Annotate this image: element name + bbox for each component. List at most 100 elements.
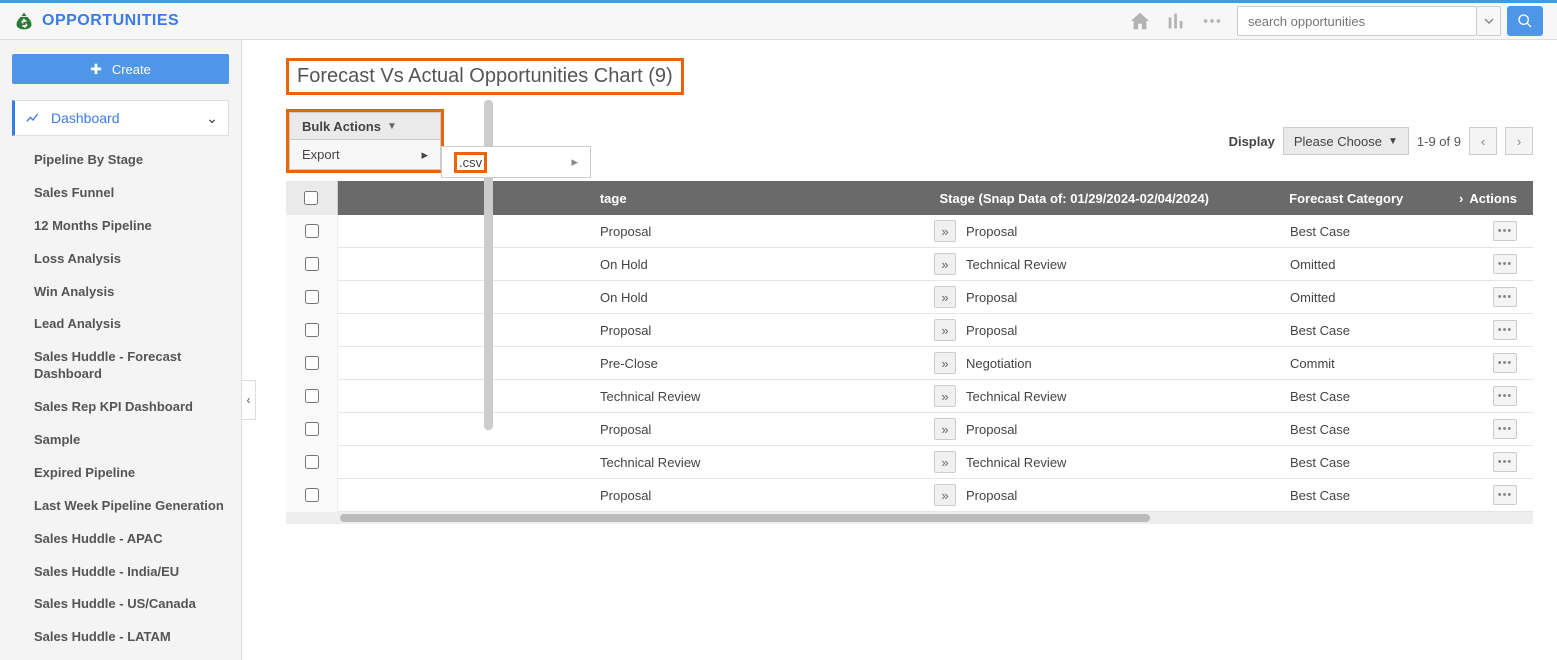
export-submenu: .csv ▸ (441, 146, 591, 178)
snap-value: Technical Review (966, 455, 1066, 470)
pager-next-button[interactable]: › (1505, 127, 1533, 155)
sidebar-collapse-button[interactable]: ‹ (242, 380, 256, 420)
pager-prev-button[interactable]: ‹ (1469, 127, 1497, 155)
sidebar-item[interactable]: Lead Analysis (34, 308, 229, 341)
cell-hidden (338, 287, 498, 307)
sidebar-item[interactable]: Sales Huddle - Forecast Dashboard (34, 341, 229, 391)
app-title: OPPORTUNITIES (42, 12, 179, 30)
sidebar-item[interactable]: Win Analysis (34, 276, 229, 309)
snap-value: Proposal (966, 488, 1017, 503)
bulk-actions-button[interactable]: Bulk Actions ▼ (289, 112, 441, 140)
sidebar-item[interactable]: Sales Funnel (34, 177, 229, 210)
row-checkbox[interactable] (305, 422, 319, 436)
row-select-cell (286, 314, 338, 347)
sidebar-item[interactable]: Sales Huddle - APAC (34, 523, 229, 556)
cell-hidden (338, 320, 498, 340)
sidebar-item[interactable]: 12 Months Pipeline (34, 210, 229, 243)
search-button[interactable] (1507, 6, 1543, 36)
expand-button[interactable]: » (934, 451, 956, 473)
row-actions-button[interactable]: ••• (1493, 452, 1517, 472)
expand-button[interactable]: » (934, 484, 956, 506)
more-icon[interactable] (1201, 10, 1223, 32)
expand-button[interactable]: » (934, 286, 956, 308)
cell-actions: ••• (1448, 287, 1533, 307)
cell-forecast-category: Omitted (1278, 257, 1448, 272)
row-actions-button[interactable]: ••• (1493, 386, 1517, 406)
row-checkbox[interactable] (305, 257, 319, 271)
table-row: On Hold»ProposalOmitted••• (286, 281, 1533, 314)
double-chevron-icon: » (941, 224, 948, 239)
plus-icon: ✚ (90, 61, 102, 78)
column-stage[interactable]: tage (588, 191, 928, 206)
main: ‹ Forecast Vs Actual Opportunities Chart… (242, 40, 1557, 660)
cell-forecast-category: Best Case (1278, 224, 1448, 239)
sidebar-item[interactable]: Sales Huddle - India/EU (34, 556, 229, 589)
expand-button[interactable]: » (934, 385, 956, 407)
search-filter-dropdown[interactable] (1477, 6, 1501, 36)
cell-forecast-category: Commit (1278, 356, 1448, 371)
select-all-checkbox[interactable] (304, 191, 318, 205)
cell-stage: Proposal (588, 488, 928, 503)
cell-actions: ••• (1448, 452, 1533, 472)
row-checkbox[interactable] (305, 224, 319, 238)
horizontal-scrollbar[interactable] (286, 512, 1533, 524)
row-checkbox[interactable] (305, 323, 319, 337)
expand-button[interactable]: » (934, 352, 956, 374)
expand-button[interactable]: » (934, 418, 956, 440)
cell-stage: On Hold (588, 290, 928, 305)
export-csv-item[interactable]: .csv ▸ (442, 147, 590, 177)
row-actions-button[interactable]: ••• (1493, 320, 1517, 340)
column-forecast-category[interactable]: Forecast Category (1277, 191, 1447, 206)
row-checkbox[interactable] (305, 455, 319, 469)
row-actions-button[interactable]: ••• (1493, 287, 1517, 307)
column-snap-stage[interactable]: Stage (Snap Data of: 01/29/2024-02/04/20… (927, 191, 1277, 206)
expand-button[interactable]: » (934, 253, 956, 275)
row-checkbox[interactable] (305, 356, 319, 370)
caret-down-icon: ▼ (387, 121, 397, 132)
snap-value: Proposal (966, 290, 1017, 305)
table-row: Proposal»ProposalBest Case••• (286, 215, 1533, 248)
export-label: Export (302, 147, 340, 162)
scrollbar-thumb[interactable] (340, 514, 1150, 522)
sidebar-item[interactable]: Loss Analysis (34, 243, 229, 276)
row-actions-button[interactable]: ••• (1493, 419, 1517, 439)
display-label: Display (1229, 134, 1275, 149)
row-checkbox[interactable] (305, 290, 319, 304)
chart-icon[interactable] (1165, 10, 1187, 32)
sidebar-item[interactable]: Sales Rep KPI Dashboard (34, 391, 229, 424)
row-actions-button[interactable]: ••• (1493, 221, 1517, 241)
sidebar-item[interactable]: Sample (34, 424, 229, 457)
sidebar-item[interactable]: Sales Huddle - LATAM (34, 621, 229, 654)
table-row: Proposal»ProposalBest Case••• (286, 479, 1533, 512)
chevron-down-icon (1484, 16, 1494, 26)
create-label: Create (112, 62, 151, 77)
nav-dashboard[interactable]: Dashboard ⌄ (12, 100, 229, 136)
snap-value: Proposal (966, 323, 1017, 338)
topbar: OPPORTUNITIES (0, 0, 1557, 40)
row-actions-button[interactable]: ••• (1493, 353, 1517, 373)
expand-button[interactable]: » (934, 319, 956, 341)
double-chevron-icon: » (941, 389, 948, 404)
home-icon[interactable] (1129, 10, 1151, 32)
chevron-left-icon: ‹ (247, 393, 251, 407)
row-actions-button[interactable]: ••• (1493, 485, 1517, 505)
row-actions-button[interactable]: ••• (1493, 254, 1517, 274)
sidebar-item[interactable]: Last Week Pipeline Generation (34, 490, 229, 523)
expand-button[interactable]: » (934, 220, 956, 242)
export-menu-item[interactable]: Export ▸ (289, 140, 441, 170)
pager-range: 1-9 of 9 (1417, 134, 1461, 149)
row-select-cell (286, 380, 338, 413)
cell-stage: Technical Review (588, 389, 928, 404)
sidebar-item[interactable]: Pipeline By Stage (34, 144, 229, 177)
row-select-cell (286, 347, 338, 380)
sidebar-item[interactable]: Expired Pipeline (34, 457, 229, 490)
row-checkbox[interactable] (305, 488, 319, 502)
cell-snap-stage: »Negotiation (928, 352, 1278, 374)
search-input[interactable] (1237, 6, 1477, 36)
create-button[interactable]: ✚ Create (12, 54, 229, 84)
row-checkbox[interactable] (305, 389, 319, 403)
sidebar-item[interactable]: Sales Huddle - MEA (34, 654, 229, 660)
sidebar-item[interactable]: Sales Huddle - US/Canada (34, 588, 229, 621)
cell-hidden (338, 485, 498, 505)
display-select[interactable]: Please Choose ▼ (1283, 127, 1409, 155)
